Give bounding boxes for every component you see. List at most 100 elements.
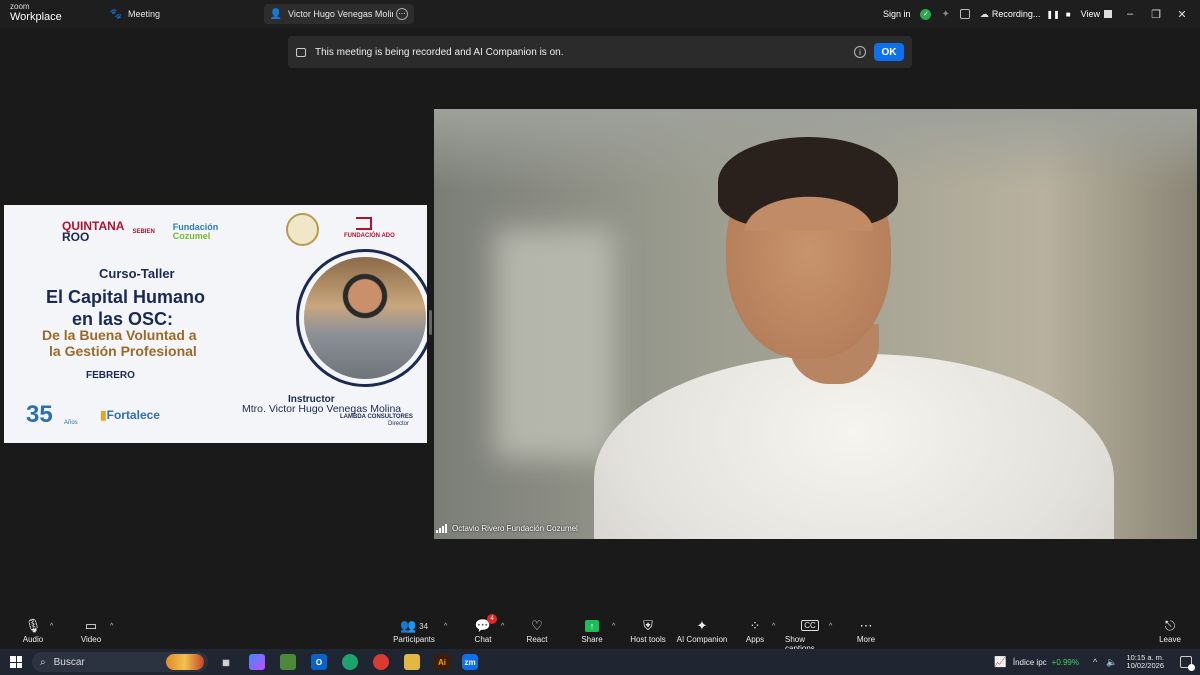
brand-top: zoom [10, 2, 30, 11]
edge-icon[interactable] [342, 654, 358, 670]
shield-check-icon[interactable]: ✓ [920, 8, 932, 20]
participant-name: Octavio Rivero Fundación Cozumel [452, 524, 578, 533]
apps-label: Apps [745, 635, 765, 644]
video-background-window [494, 229, 614, 459]
zoom-workplace-logo: zoom Workplace [10, 3, 62, 23]
chat-caret-icon[interactable]: ^ [501, 623, 504, 630]
slide-month: FEBRERO [86, 370, 135, 381]
participants-button[interactable]: 👥 34 Participants [393, 617, 435, 647]
captions-caret-icon[interactable]: ^ [829, 623, 832, 630]
participant-shirt [594, 354, 1114, 539]
show-captions-button[interactable]: CC Show captions [785, 617, 835, 653]
illustrator-icon[interactable]: Ai [434, 654, 450, 670]
restore-icon[interactable]: ❐ [1148, 8, 1164, 21]
view-icon [1104, 10, 1112, 18]
stock-change: +0.99% [1051, 657, 1079, 667]
chrome-icon[interactable] [373, 654, 389, 670]
volume-icon[interactable]: 🔈 [1106, 657, 1117, 668]
ado-logo-icon [356, 217, 372, 230]
chat-button[interactable]: 💬 4 Chat [473, 614, 498, 647]
stock-widget[interactable]: 📈 Índice ipc +0.99% [994, 657, 1079, 668]
slide-subtitle-line1: De la Buena Voluntad a [42, 327, 197, 343]
notification-icon[interactable] [1180, 656, 1195, 671]
apps-caret-icon[interactable]: ^ [772, 623, 775, 630]
leave-button[interactable]: ⎋ Leave [1158, 617, 1182, 647]
recording-status[interactable]: ☁ Recording... ❚❚ ■ [980, 9, 1071, 20]
apps-icon: ⁘ [749, 618, 761, 633]
anniversary-number: 35 [26, 401, 53, 428]
store-icon[interactable] [280, 654, 296, 670]
search-highlight-image [166, 654, 204, 670]
chat-badge: 4 [487, 614, 498, 624]
more-icon[interactable]: ⋯ [396, 8, 408, 20]
windows-start-icon[interactable] [10, 656, 22, 668]
video-label: Video [80, 635, 102, 644]
audio-caret-icon[interactable]: ^ [50, 623, 53, 630]
info-icon[interactable]: i [854, 46, 866, 58]
close-icon[interactable]: ✕ [1174, 8, 1190, 21]
ai-companion-icon: ✦ [696, 618, 708, 633]
cloud-icon: ☁ [979, 8, 989, 19]
host-tools-button[interactable]: ⛨ Host tools [630, 617, 666, 647]
logo-fundacion-ado: FUNDACIÓN ADO [344, 233, 395, 239]
slide-title-line1: El Capital Humano [46, 287, 206, 307]
apps-button[interactable]: ⁘ Apps [745, 617, 765, 647]
camera-icon: ▭ [84, 618, 98, 633]
minimize-icon[interactable]: – [1122, 8, 1138, 20]
sponsor-logos: QUINTANA ROO SEBIEN Fundación Cozumel [44, 217, 218, 247]
gallery-icon[interactable] [959, 9, 970, 19]
participant-video[interactable] [434, 109, 1197, 539]
video-button[interactable]: ▭ Video [78, 617, 104, 647]
share-button[interactable]: ↑ Share [581, 617, 603, 647]
participants-icon: 👥 34 [399, 618, 429, 633]
share-icon: ↑ [585, 617, 599, 635]
instructor-portrait [304, 257, 426, 379]
logo-roo-text: ROO [62, 230, 90, 244]
chevron-up-icon[interactable]: ^ [1093, 657, 1097, 667]
logo-quintana-roo: QUINTANA ROO [62, 220, 124, 244]
more-dots-icon: ⋯ [859, 618, 873, 633]
pause-icon[interactable]: ❚❚ [1046, 10, 1059, 19]
audio-button[interactable]: 🎙 Audio [20, 617, 46, 647]
split-view-handle[interactable] [429, 310, 432, 335]
participant-name-tag: Octavio Rivero Fundación Cozumel [436, 524, 578, 533]
more-button[interactable]: ⋯ More [855, 617, 877, 647]
react-button[interactable]: ♡ React [525, 617, 549, 647]
zoom-window: zoom Workplace 🐾 Meeting 👤 Victor Hugo V… [0, 0, 1200, 675]
sign-in-button[interactable]: Sign in [883, 9, 911, 19]
outlook-icon[interactable]: O [311, 654, 327, 670]
participants-caret-icon[interactable]: ^ [444, 623, 447, 630]
title-bar-right: Sign in ✓ ✦ ☁ Recording... ❚❚ ■ View – ❐… [883, 0, 1200, 28]
ai-sparkle-icon[interactable]: ✦ [941, 9, 949, 20]
copilot-icon[interactable] [249, 654, 265, 670]
ok-button[interactable]: OK [874, 43, 904, 61]
leave-icon: ⎋ [1164, 618, 1176, 633]
video-caret-icon[interactable]: ^ [110, 623, 113, 630]
search-icon: ⌕ [40, 656, 46, 668]
ai-companion-button[interactable]: ✦ AI Companion [676, 617, 728, 647]
heart-icon: ♡ [531, 618, 543, 633]
react-label: React [526, 635, 548, 644]
paw-icon: 🐾 [109, 8, 123, 20]
clock[interactable]: 10:15 a. m. 10/02/2026 [1126, 653, 1164, 671]
view-button[interactable]: View [1081, 9, 1112, 19]
taskbar-search[interactable]: ⌕ Buscar [32, 652, 208, 672]
tab-meeting-label: Meeting [128, 9, 161, 19]
fortalece-text: Fortalece [106, 408, 160, 422]
banner-text: This meeting is being recorded and AI Co… [315, 46, 564, 58]
zoom-taskbar-icon[interactable]: zm [462, 654, 478, 670]
participants-count: 34 [419, 621, 429, 631]
file-explorer-icon[interactable] [404, 654, 420, 670]
logo-sebien: SEBIEN [132, 229, 155, 235]
stop-icon[interactable]: ■ [1066, 10, 1071, 19]
cc-icon: CC [801, 620, 819, 631]
more-label: More [856, 635, 876, 644]
view-label: View [1080, 9, 1100, 19]
share-label: Share [581, 635, 603, 644]
title-bar: zoom Workplace 🐾 Meeting 👤 Victor Hugo V… [0, 0, 1200, 28]
tab-screen-share[interactable]: 👤 Victor Hugo Venegas Molina's scr ⋯ [264, 4, 414, 24]
task-view-icon[interactable]: ▦ [218, 654, 234, 670]
share-caret-icon[interactable]: ^ [612, 623, 615, 630]
stock-chart-icon: 📈 [994, 656, 1007, 668]
tab-meeting[interactable]: 🐾 Meeting [104, 4, 166, 24]
